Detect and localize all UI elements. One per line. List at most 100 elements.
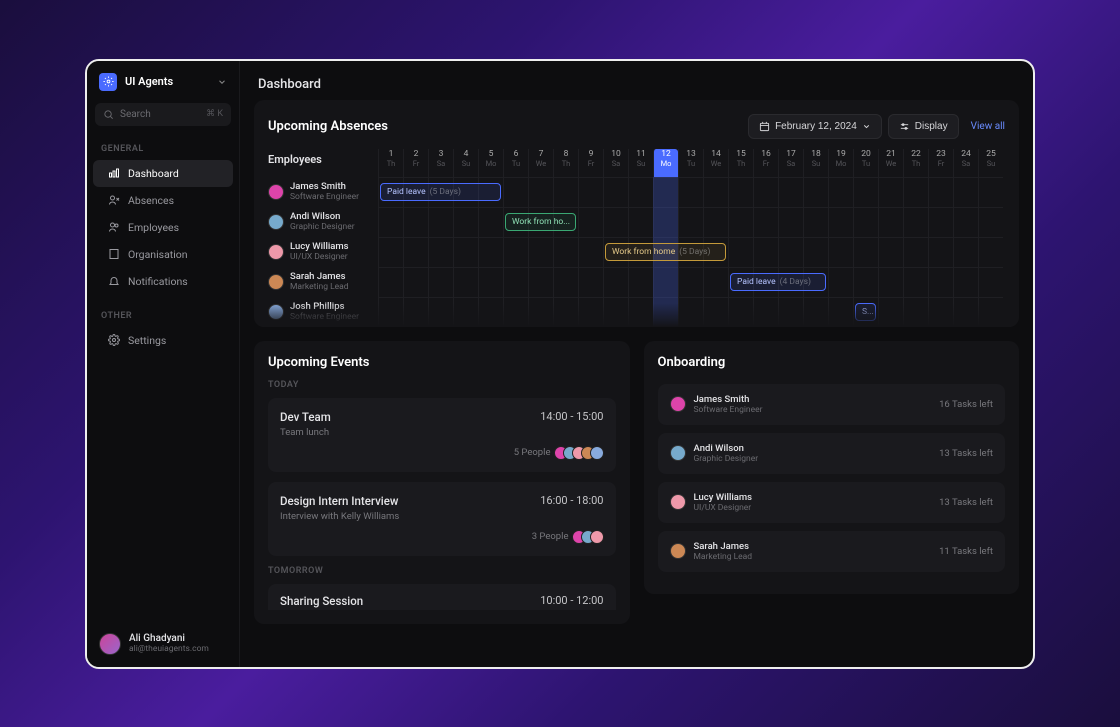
date-cell[interactable]: 10Sa bbox=[603, 149, 628, 177]
search-shortcut: ⌘ K bbox=[206, 109, 223, 119]
event-people-count: 3 People bbox=[532, 531, 569, 542]
date-cell[interactable]: 4Su bbox=[453, 149, 478, 177]
date-cell[interactable]: 18Su bbox=[803, 149, 828, 177]
avatar bbox=[670, 396, 686, 412]
nav-label: Dashboard bbox=[128, 167, 179, 180]
date-cell[interactable]: 8Th bbox=[553, 149, 578, 177]
date-cell[interactable]: 19Mo bbox=[828, 149, 853, 177]
date-picker-button[interactable]: February 12, 2024 bbox=[748, 114, 882, 139]
absence-bar[interactable]: Work from ho... bbox=[505, 213, 576, 231]
nav-item-employees[interactable]: Employees bbox=[93, 214, 233, 241]
onboarding-card[interactable]: James SmithSoftware Engineer 16 Tasks le… bbox=[658, 384, 1006, 425]
absences-title: Upcoming Absences bbox=[268, 119, 388, 134]
date-cell[interactable]: 16Fr bbox=[753, 149, 778, 177]
date-cell[interactable]: 13Tu bbox=[678, 149, 703, 177]
absence-bar[interactable]: Paid leave(5 Days) bbox=[380, 183, 501, 201]
date-cell[interactable]: 5Mo bbox=[478, 149, 503, 177]
event-title: Dev Team bbox=[280, 410, 331, 424]
timeline-row: Paid leave(4 Days) bbox=[378, 267, 1019, 297]
date-cell[interactable]: 9Fr bbox=[578, 149, 603, 177]
avatar bbox=[268, 244, 284, 260]
date-cell[interactable]: 7We bbox=[528, 149, 553, 177]
onboarding-card[interactable]: Lucy WilliamsUI/UX Designer 13 Tasks lef… bbox=[658, 482, 1006, 523]
date-cell[interactable]: 22Th bbox=[903, 149, 928, 177]
calendar-icon bbox=[759, 121, 770, 132]
absence-bar[interactable]: Work from home(5 Days) bbox=[605, 243, 726, 261]
date-cell[interactable]: 1Th bbox=[378, 149, 403, 177]
avatar bbox=[590, 446, 604, 460]
building-icon bbox=[107, 248, 120, 261]
nav-label: Settings bbox=[128, 334, 166, 347]
tasks-left: 13 Tasks left bbox=[939, 448, 993, 459]
app-window: UI Agents Search ⌘ K GENERAL Dashboard A… bbox=[85, 59, 1035, 669]
onboarding-title: Onboarding bbox=[658, 355, 1006, 370]
users-icon bbox=[107, 221, 120, 234]
date-label: February 12, 2024 bbox=[775, 121, 857, 132]
date-cell[interactable]: 11Su bbox=[628, 149, 653, 177]
employee-row[interactable]: James SmithSoftware Engineer bbox=[254, 177, 378, 207]
onboarding-card[interactable]: Sarah JamesMarketing Lead 11 Tasks left bbox=[658, 531, 1006, 572]
onboarding-panel: Onboarding James SmithSoftware Engineer … bbox=[644, 341, 1020, 594]
main-content: Dashboard Upcoming Absences February 12,… bbox=[240, 61, 1033, 667]
chevron-down-icon bbox=[862, 122, 871, 131]
employee-row[interactable]: Sarah JamesMarketing Lead bbox=[254, 267, 378, 297]
chevron-down-icon bbox=[217, 77, 227, 87]
tomorrow-label: TOMORROW bbox=[268, 566, 616, 576]
avatar bbox=[590, 530, 604, 544]
date-cell[interactable]: 24Sa bbox=[953, 149, 978, 177]
brand-switcher[interactable]: UI Agents bbox=[87, 61, 239, 99]
avatar bbox=[99, 633, 121, 655]
gear-icon bbox=[107, 334, 120, 347]
date-cell[interactable]: 21We bbox=[878, 149, 903, 177]
onboarding-card[interactable]: Andi WilsonGraphic Designer 13 Tasks lef… bbox=[658, 433, 1006, 474]
chart-icon bbox=[107, 167, 120, 180]
sliders-icon bbox=[899, 121, 910, 132]
nav-item-notifications[interactable]: Notifications bbox=[93, 268, 233, 295]
view-all-link[interactable]: View all bbox=[971, 121, 1005, 132]
avatar bbox=[268, 184, 284, 200]
avatar bbox=[268, 214, 284, 230]
display-button[interactable]: Display bbox=[888, 114, 959, 139]
date-cell[interactable]: 6Tu bbox=[503, 149, 528, 177]
date-cell[interactable]: 17Sa bbox=[778, 149, 803, 177]
employee-row[interactable]: Lucy WilliamsUI/UX Designer bbox=[254, 237, 378, 267]
search-input[interactable]: Search ⌘ K bbox=[95, 103, 231, 126]
date-cell[interactable]: 12Mo bbox=[653, 149, 678, 177]
tasks-left: 16 Tasks left bbox=[939, 399, 993, 410]
nav-item-settings[interactable]: Settings bbox=[93, 327, 233, 354]
date-cell[interactable]: 3Sa bbox=[428, 149, 453, 177]
event-card[interactable]: Sharing Session 10:00 - 12:00 bbox=[268, 584, 616, 610]
sidebar: UI Agents Search ⌘ K GENERAL Dashboard A… bbox=[87, 61, 240, 667]
nav-section-other: OTHER bbox=[87, 305, 239, 327]
user-x-icon bbox=[107, 194, 120, 207]
event-card[interactable]: Design Intern Interview16:00 - 18:00 Int… bbox=[268, 482, 616, 556]
date-cell[interactable]: 15Th bbox=[728, 149, 753, 177]
avatar bbox=[268, 274, 284, 290]
event-time: 16:00 - 18:00 bbox=[540, 494, 603, 508]
nav-item-dashboard[interactable]: Dashboard bbox=[93, 160, 233, 187]
nav-label: Organisation bbox=[128, 248, 188, 261]
nav-item-absences[interactable]: Absences bbox=[93, 187, 233, 214]
nav-item-organisation[interactable]: Organisation bbox=[93, 241, 233, 268]
bell-icon bbox=[107, 275, 120, 288]
date-cell[interactable]: 2Fr bbox=[403, 149, 428, 177]
brand-name: UI Agents bbox=[125, 75, 173, 88]
absences-panel: Upcoming Absences February 12, 2024 Disp… bbox=[254, 100, 1019, 327]
absence-bar[interactable]: Paid leave(4 Days) bbox=[730, 273, 826, 291]
event-title: Design Intern Interview bbox=[280, 494, 398, 508]
timeline-row: Paid leave(5 Days) bbox=[378, 177, 1019, 207]
date-cell[interactable]: 23Fr bbox=[928, 149, 953, 177]
nav-label: Notifications bbox=[128, 275, 188, 288]
today-label: TODAY bbox=[268, 380, 616, 390]
search-icon bbox=[103, 109, 114, 120]
employee-row[interactable]: Andi WilsonGraphic Designer bbox=[254, 207, 378, 237]
brand-logo bbox=[99, 73, 117, 91]
timeline-row: Work from home(5 Days) bbox=[378, 237, 1019, 267]
display-label: Display bbox=[915, 121, 948, 132]
event-card[interactable]: Dev Team14:00 - 15:00 Team lunch 5 Peopl… bbox=[268, 398, 616, 472]
date-cell[interactable]: 20Tu bbox=[853, 149, 878, 177]
user-card[interactable]: Ali Ghadyani ali@theuiagents.com bbox=[87, 621, 239, 667]
avatar-stack bbox=[559, 446, 604, 460]
date-cell[interactable]: 14We bbox=[703, 149, 728, 177]
date-cell[interactable]: 25Su bbox=[978, 149, 1003, 177]
